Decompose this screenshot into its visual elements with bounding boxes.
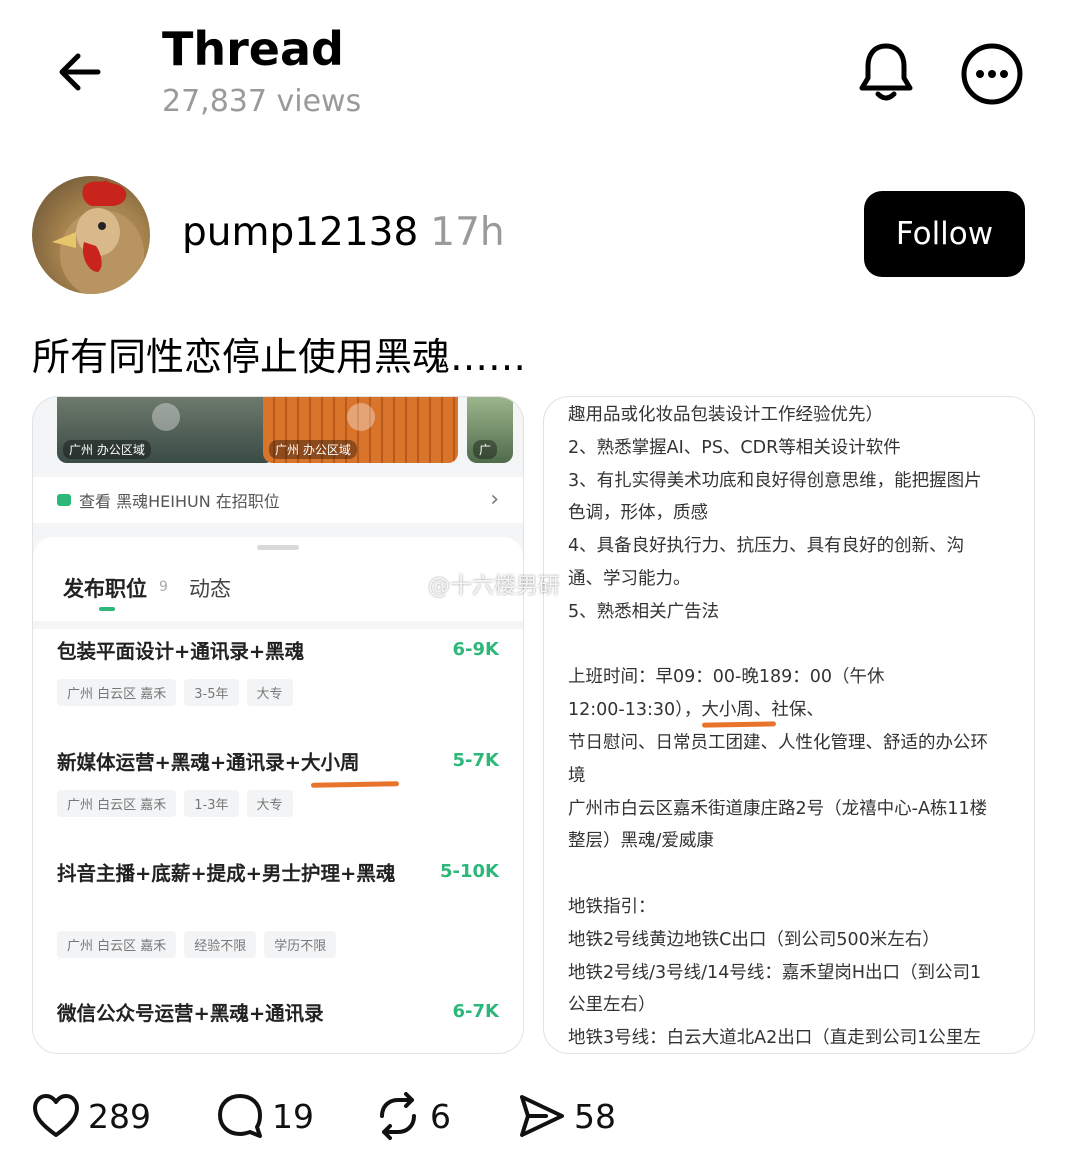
job-tag: 广州 白云区 嘉禾 — [57, 790, 177, 817]
description-line: 趣用品或化妆品包装设计工作经验优先） — [568, 405, 883, 425]
divider — [33, 621, 523, 629]
office-photo: 广 — [467, 397, 513, 463]
description-line: 通、学习能力。 — [568, 569, 691, 589]
hiring-link-text: 查看 黑魂HEIHUN 在招职位 — [79, 492, 280, 511]
description-line: 色调，形体，质感 — [568, 503, 708, 524]
heart-icon — [33, 1094, 79, 1137]
description-line: 上班时间：早09：00-晚189：00（午休 — [568, 667, 885, 688]
post-time: 17h — [430, 210, 505, 255]
office-label: 广 — [473, 440, 498, 459]
repost-icon — [380, 1092, 416, 1140]
office-label: 广州 办公区域 — [63, 440, 151, 459]
description-line: 广州市白云区嘉禾街道康庄路2号（龙禧中心-A栋11楼 — [568, 798, 988, 819]
job-salary: 6-7K — [452, 1001, 499, 1022]
job-tags: 广州 白云区 嘉禾 1-3年 大专 — [57, 790, 293, 817]
office-label: 广州 办公区域 — [269, 440, 357, 459]
like-button[interactable]: 289 — [32, 1090, 151, 1142]
post-text: 所有同性恋停止使用黑魂…… — [32, 335, 527, 379]
comment-icon — [218, 1094, 262, 1138]
watermark: @十六楼男研 — [428, 574, 561, 599]
follow-button[interactable]: Follow — [864, 191, 1025, 277]
job-tag: 1-3年 — [184, 790, 239, 817]
job-salary: 5-7K — [452, 750, 499, 771]
hiring-link: 查看 黑魂HEIHUN 在招职位 › — [33, 477, 523, 523]
description-line: 12:00-13:30），大小周、社保、 — [568, 700, 824, 721]
tab-indicator — [99, 607, 115, 611]
job-salary: 5-10K — [440, 861, 499, 882]
back-button[interactable] — [52, 44, 108, 100]
chevron-right-icon: › — [490, 487, 499, 512]
author-username[interactable]: pump12138 — [182, 210, 418, 255]
notifications-button[interactable] — [856, 40, 916, 104]
like-count: 289 — [88, 1096, 151, 1136]
page-title: Thread — [162, 22, 344, 76]
job-tag: 学历不限 — [264, 931, 337, 958]
job-tag: 广州 白云区 嘉禾 — [57, 679, 177, 706]
description-line: 整层）黑魂/爱威康 — [568, 831, 714, 852]
description-line: 2、熟悉掌握AI、PS、CDR等相关设计软件 — [568, 437, 901, 458]
description-line: 地铁2号线黄边地铁C出口（到公司500米左右） — [568, 929, 940, 950]
post-image-job-list[interactable]: 广州 办公区域 广州 办公区域 广 查看 黑魂HEIHUN 在招职位 › 发布职… — [32, 396, 524, 1054]
share-icon — [520, 1095, 564, 1137]
job-tag: 大专 — [246, 679, 293, 706]
more-icon — [961, 43, 1023, 105]
post-image-job-description[interactable]: 趣用品或化妆品包装设计工作经验优先） 2、熟悉掌握AI、PS、CDR等相关设计软件… — [543, 396, 1035, 1054]
job-title: 新媒体运营+黑魂+通讯录+大小周 — [57, 751, 360, 774]
job-tags: 广州 白云区 嘉禾 经验不限 学历不限 — [57, 931, 337, 958]
reply-button[interactable]: 19 — [216, 1090, 314, 1142]
briefcase-icon — [57, 494, 71, 506]
more-options-button[interactable] — [960, 42, 1024, 106]
repost-count: 6 — [430, 1096, 451, 1136]
description-line: 地铁指引： — [568, 897, 656, 917]
job-tag: 大专 — [246, 790, 293, 817]
job-salary: 6-9K — [452, 639, 499, 660]
description-line: 3、有扎实得美术功底和良好得创意思维，能把握图片 — [568, 470, 982, 491]
description-line: 节日慰问、日常员工团建、人性化管理、舒适的办公环 — [568, 733, 988, 753]
bell-icon — [859, 43, 913, 101]
job-tags: 广州 白云区 嘉禾 3-5年 大专 — [57, 679, 293, 706]
tab-updates: 动态 — [189, 577, 231, 601]
office-photo: 广州 办公区域 — [57, 397, 275, 463]
highlight-underline — [310, 781, 400, 788]
office-photo: 广州 办公区域 — [263, 397, 458, 463]
rooster-avatar-image — [52, 180, 144, 294]
job-sheet: 发布职位 9 动态 包装平面设计+通讯录+黑魂 6-9K 广州 白云区 嘉禾 3… — [33, 537, 523, 1053]
description-line: 4、具备良好执行力、抗压力、具有良好的创新、沟 — [568, 536, 965, 557]
tab-count: 9 — [159, 579, 168, 595]
description-line: 5、熟悉相关广告法 — [568, 601, 720, 622]
highlight-underline — [701, 721, 777, 728]
description-line: 地铁3号线：白云大道北A2出口（直走到公司1公里左 — [568, 1028, 981, 1049]
job-tag: 广州 白云区 嘉禾 — [57, 931, 177, 958]
description-line: 地铁2号线/3号线/14号线：嘉禾望岗H出口（到公司1 — [568, 962, 982, 983]
job-title: 包装平面设计+通讯录+黑魂 — [57, 640, 305, 663]
description-line: 公里左右） — [568, 995, 656, 1016]
author-line: pump12138 17h — [182, 210, 505, 255]
back-arrow-icon — [59, 53, 101, 91]
share-count: 58 — [574, 1096, 616, 1136]
reply-count: 19 — [272, 1096, 314, 1136]
avatar[interactable] — [32, 176, 150, 294]
play-icon — [152, 403, 180, 431]
job-tag: 3-5年 — [184, 679, 239, 706]
repost-button[interactable]: 6 — [374, 1090, 451, 1142]
job-title: 抖音主播+底薪+提成+男士护理+黑魂 — [57, 862, 396, 885]
tab-posted-jobs: 发布职位 — [63, 577, 147, 601]
view-count: 27,837 views — [162, 84, 362, 119]
sheet-handle — [257, 545, 299, 550]
description-line: 境 — [568, 765, 586, 786]
job-tag: 经验不限 — [184, 931, 257, 958]
job-title: 微信公众号运营+黑魂+通讯录 — [57, 1002, 324, 1025]
play-icon — [346, 403, 375, 431]
share-button[interactable]: 58 — [518, 1090, 616, 1142]
